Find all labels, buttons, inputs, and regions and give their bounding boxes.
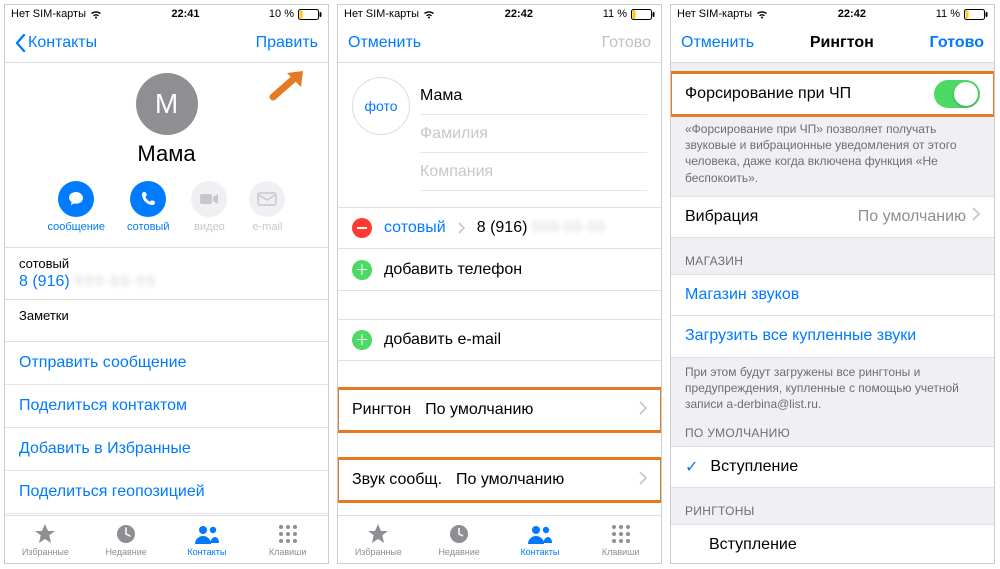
battery-icon [298,9,322,20]
chevron-right-icon [458,222,465,234]
nav-bar: Отменить Рингтон Готово [671,23,994,63]
email-action: e-mail [249,181,285,233]
call-action[interactable]: сотовый [127,181,169,233]
tab-bar: Избранные Недавние Контакты Клавиши [5,515,328,563]
done-button[interactable]: Готово [930,34,984,52]
mail-icon [257,192,277,206]
emergency-footer: «Форсирование при ЧП» позволяет получать… [671,115,994,196]
contact-card-screen: Нет SIM-карты 22:41 10 % Контакты Правит… [4,4,329,564]
video-action: видео [191,181,227,233]
tab-bar: Избранные Недавние Контакты Клавиши [338,515,661,563]
contact-name: Мама [137,141,195,167]
clock-icon [115,523,137,545]
add-email-row[interactable]: ＋ добавить e-mail [338,319,661,361]
tab-favorites[interactable]: Избранные [338,516,419,563]
ringtone-item[interactable]: Вступление [671,524,994,563]
vibration-row[interactable]: Вибрация По умолчанию [671,196,994,238]
store-header: МАГАЗИН [671,238,994,274]
tab-favorites[interactable]: Избранные [5,516,86,563]
keypad-icon [277,523,299,545]
avatar: М [136,73,198,135]
ringtone-row[interactable]: Рингтон По умолчанию [338,389,661,431]
tone-store-link[interactable]: Магазин звуков [671,274,994,316]
chevron-left-icon [15,34,26,52]
status-bar: Нет SIM-карты 22:42 11 % [338,5,661,23]
phone-row[interactable]: сотовый 8 (916) 999-99-99 [338,207,661,249]
cancel-button[interactable]: Отменить [348,34,421,52]
default-ringtone-row[interactable]: ✓ Вступление [671,446,994,488]
video-icon [199,192,219,206]
share-contact-link[interactable]: Поделиться контактом [5,385,328,428]
company-input[interactable]: Компания [420,153,647,191]
download-purchased-link[interactable]: Загрузить все купленные звуки [671,316,994,358]
tab-keypad[interactable]: Клавиши [247,516,328,563]
wifi-icon [756,10,768,19]
message-icon [67,190,85,208]
contacts-icon [194,523,220,545]
clock-label: 22:41 [171,8,199,20]
nav-title: Рингтон [810,34,874,52]
send-message-link[interactable]: Отправить сообщение [5,342,328,385]
phone-field[interactable]: сотовый 8 (916) 999-99-99 [5,248,328,299]
status-bar: Нет SIM-карты 22:42 11 % [671,5,994,23]
cancel-button[interactable]: Отменить [681,34,754,52]
ringtones-header: РИНГТОНЫ [671,488,994,524]
battery-icon [631,9,655,20]
battery-percent: 10 % [269,8,294,20]
status-bar: Нет SIM-карты 22:41 10 % [5,5,328,23]
chevron-right-icon [639,401,647,415]
emergency-bypass-switch[interactable] [934,80,980,108]
tab-contacts[interactable]: Контакты [167,516,248,563]
last-name-input[interactable]: Фамилия [420,115,647,153]
add-icon: ＋ [352,330,372,350]
edit-contact-screen: Нет SIM-карты 22:42 11 % Отменить Готово… [337,4,662,564]
wifi-icon [90,10,102,19]
default-header: ПО УМОЛЧАНИЮ [671,422,994,446]
tab-recents[interactable]: Недавние [86,516,167,563]
chevron-right-icon [972,207,980,221]
back-button[interactable]: Контакты [15,34,97,52]
star-icon [33,523,57,545]
add-icon: ＋ [352,260,372,280]
first-name-input[interactable]: Мама [420,77,647,115]
add-photo-button[interactable]: фото [352,77,410,135]
add-phone-row[interactable]: ＋ добавить телефон [338,249,661,291]
delete-icon[interactable] [352,218,372,238]
nav-bar: Отменить Готово [338,23,661,63]
ringtone-settings-screen: Нет SIM-карты 22:42 11 % Отменить Рингто… [670,4,995,564]
battery-icon [964,9,988,20]
checkmark-icon: ✓ [685,457,698,477]
done-button[interactable]: Готово [602,34,651,52]
add-favorite-link[interactable]: Добавить в Избранные [5,428,328,471]
chevron-right-icon [639,471,647,485]
carrier-label: Нет SIM-карты [11,8,86,20]
phone-icon [139,190,157,208]
nav-bar: Контакты Править [5,23,328,63]
wifi-icon [423,10,435,19]
tab-contacts[interactable]: Контакты [500,516,581,563]
tab-recents[interactable]: Недавние [419,516,500,563]
notes-field[interactable]: Заметки [5,300,328,331]
tab-keypad[interactable]: Клавиши [580,516,661,563]
edit-button[interactable]: Править [256,34,318,52]
texttone-row[interactable]: Звук сообщ. По умолчанию [338,459,661,501]
message-action[interactable]: сообщение [48,181,106,233]
emergency-bypass-row[interactable]: Форсирование при ЧП [671,73,994,115]
store-footer: При этом будут загружены все рингтоны и … [671,358,994,423]
share-location-link[interactable]: Поделиться геопозицией [5,471,328,514]
annotation-arrow-icon [267,67,309,103]
